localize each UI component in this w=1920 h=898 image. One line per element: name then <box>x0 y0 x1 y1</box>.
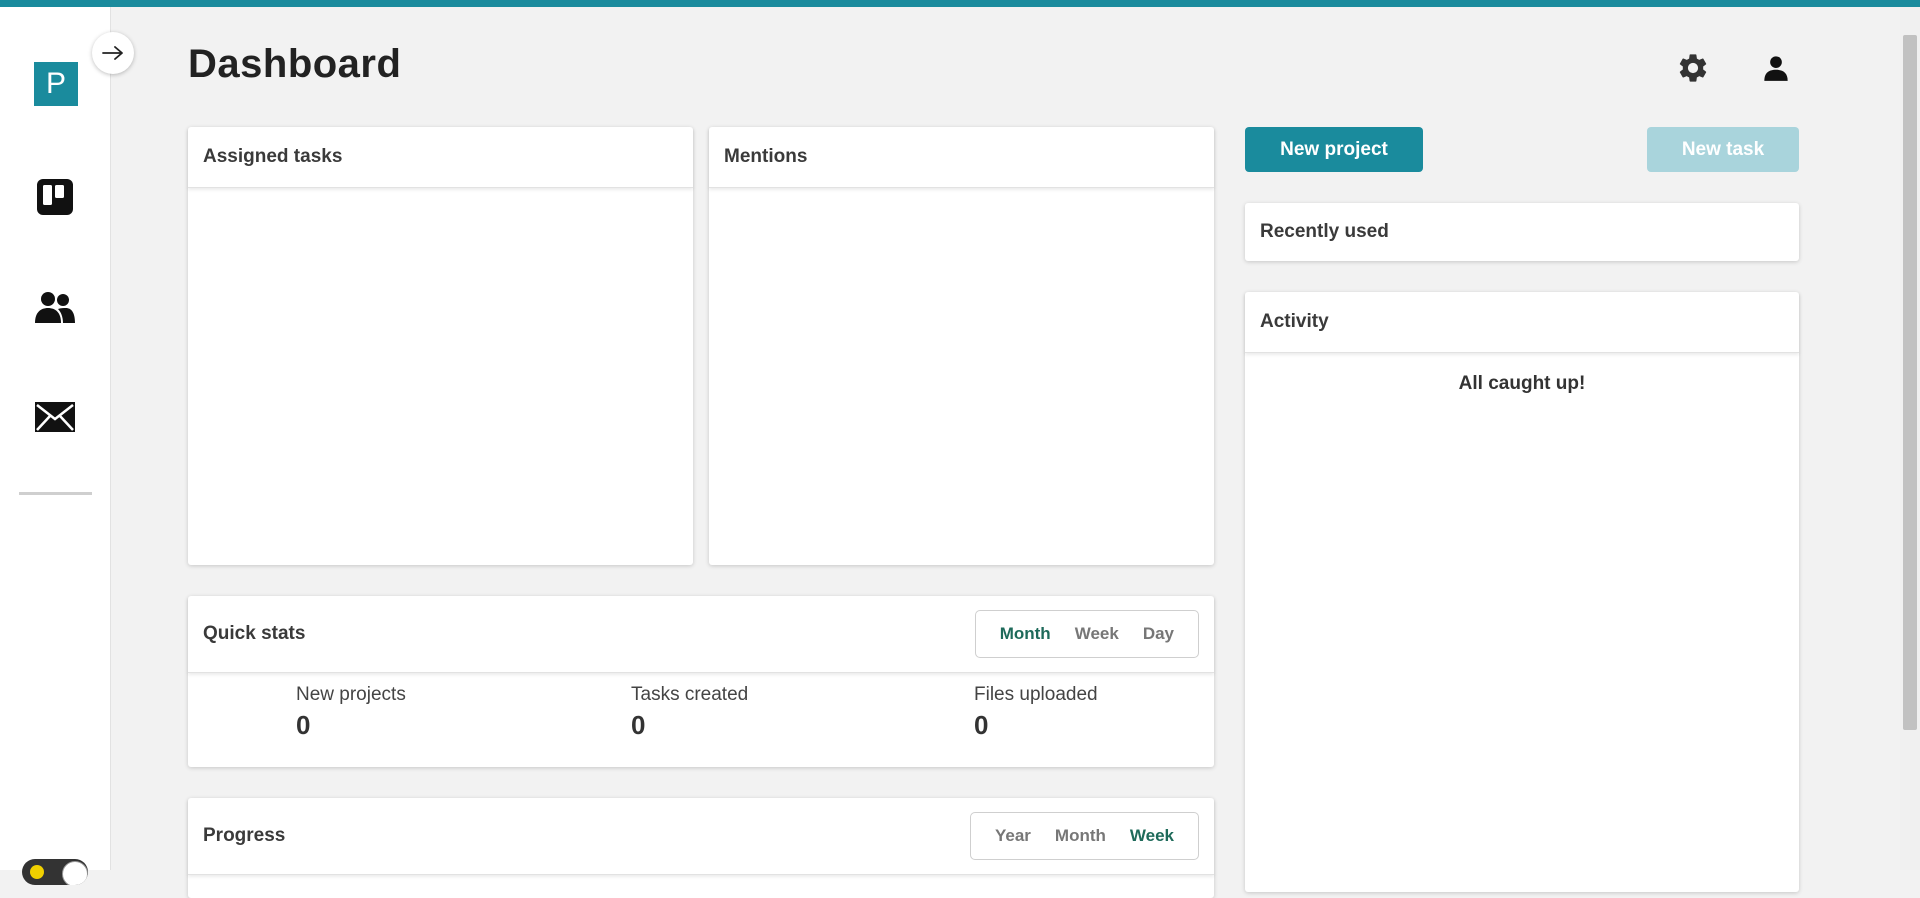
sidebar-divider <box>19 492 92 495</box>
assigned-tasks-card: Assigned tasks <box>188 127 693 565</box>
quick-stats-period-selector: Month Week Day <box>974 610 1199 658</box>
activity-empty-message: All caught up! <box>1458 373 1586 394</box>
quick-stats-title: Quick stats <box>203 623 306 644</box>
activity-card: Activity All caught up! <box>1245 292 1799 892</box>
stat-files-uploaded: Files uploaded 0 <box>974 684 1098 741</box>
mentions-title: Mentions <box>709 127 1214 188</box>
quick-stats-header: Quick stats Month Week Day <box>188 596 1214 673</box>
sidebar-expand-button[interactable] <box>92 32 134 74</box>
progress-period-selector: Year Month Week <box>969 812 1199 860</box>
sidebar-item-boards[interactable] <box>33 175 77 219</box>
new-task-button[interactable]: New task <box>1647 127 1799 172</box>
mail-icon <box>35 402 75 432</box>
period-option-month[interactable]: Month <box>988 624 1063 644</box>
period-option-week[interactable]: Week <box>1118 826 1186 846</box>
period-option-week[interactable]: Week <box>1063 624 1131 644</box>
recently-used-title: Recently used <box>1260 221 1389 242</box>
stat-new-projects: New projects 0 <box>296 684 406 741</box>
scrollbar-track[interactable] <box>1900 7 1920 870</box>
arrow-right-icon <box>102 46 123 60</box>
progress-header: Progress Year Month Week <box>188 798 1214 875</box>
stat-value: 0 <box>974 710 989 740</box>
top-accent-bar <box>0 0 1920 7</box>
page-title: Dashboard <box>188 42 402 86</box>
progress-card: Progress Year Month Week <box>188 798 1214 898</box>
settings-button[interactable] <box>1673 48 1713 88</box>
board-icon <box>37 179 73 215</box>
period-option-month[interactable]: Month <box>1043 826 1118 846</box>
stat-value: 0 <box>296 710 311 740</box>
progress-title: Progress <box>203 825 286 846</box>
stat-label: Tasks created <box>631 684 749 705</box>
stat-tasks-created: Tasks created 0 <box>631 684 748 741</box>
new-project-button[interactable]: New project <box>1245 127 1423 172</box>
scrollbar-thumb[interactable] <box>1903 35 1917 730</box>
profile-button[interactable] <box>1756 48 1796 88</box>
quick-stats-card: Quick stats Month Week Day New projects … <box>188 596 1214 767</box>
activity-title: Activity <box>1245 292 1799 353</box>
people-icon <box>35 292 75 323</box>
period-option-day[interactable]: Day <box>1131 624 1186 644</box>
sun-icon <box>30 865 44 879</box>
theme-toggle[interactable] <box>22 859 88 885</box>
sidebar-item-people[interactable] <box>33 285 77 329</box>
theme-toggle-knob <box>62 861 88 885</box>
app-logo[interactable]: P <box>34 62 78 106</box>
gear-icon <box>1679 54 1707 82</box>
sidebar-item-messages[interactable] <box>33 395 77 439</box>
mentions-card: Mentions <box>709 127 1214 565</box>
recently-used-card: Recently used <box>1245 203 1799 261</box>
stat-label: Files uploaded <box>974 684 1098 705</box>
stat-value: 0 <box>631 710 646 740</box>
sidebar: P <box>0 7 111 885</box>
user-icon <box>1764 56 1788 81</box>
period-option-year[interactable]: Year <box>983 826 1043 846</box>
stat-label: New projects <box>296 684 406 705</box>
assigned-tasks-title: Assigned tasks <box>188 127 693 188</box>
